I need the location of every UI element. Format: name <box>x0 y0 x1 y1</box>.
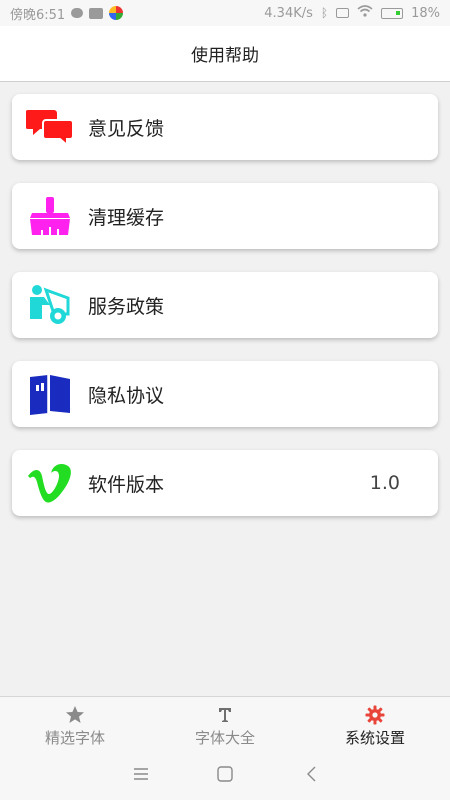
app-notification-icon <box>109 6 124 20</box>
system-nav-bar <box>0 748 450 800</box>
tab-all-fonts-label: 字体大全 <box>194 729 255 747</box>
menu-icon[interactable] <box>131 764 151 784</box>
bottom-nav: 精选字体 字体大全 系统设置 <box>0 696 450 748</box>
gear-icon <box>365 705 385 725</box>
tab-all-fonts[interactable]: 字体大全 <box>150 697 300 749</box>
sim-icon <box>336 8 350 18</box>
text-t-icon <box>219 708 231 722</box>
vimeo-v-icon <box>28 464 71 503</box>
software-version-item[interactable]: 软件版本 1.0 <box>12 450 438 516</box>
status-bar: 傍晚6:51 4.34K/s ᛒ 18% <box>0 0 450 26</box>
bluetooth-icon: ᛒ <box>320 6 329 20</box>
broom-icon <box>30 197 70 235</box>
version-number: 1.0 <box>369 472 400 494</box>
software-version-label: 软件版本 <box>88 473 165 496</box>
service-policy-label: 服务政策 <box>88 295 165 318</box>
service-policy-item[interactable]: 服务政策 <box>12 272 438 338</box>
network-speed: 4.34K/s <box>264 5 313 21</box>
star-icon <box>66 706 84 723</box>
service-icon <box>30 285 70 324</box>
back-icon[interactable] <box>302 764 322 784</box>
feedback-icon <box>26 110 74 148</box>
chat-notification-icon <box>71 8 84 18</box>
privacy-agreement-label: 隐私协议 <box>88 384 165 407</box>
app-header: 使用帮助 <box>0 26 450 82</box>
feedback-label: 意见反馈 <box>88 117 165 140</box>
clear-cache-item[interactable]: 清理缓存 <box>12 183 438 249</box>
home-icon[interactable] <box>215 764 235 784</box>
message-notification-icon <box>89 7 104 19</box>
privacy-agreement-item[interactable]: 隐私协议 <box>12 361 438 427</box>
book-icon <box>30 375 70 415</box>
wifi-icon <box>357 5 373 21</box>
clear-cache-label: 清理缓存 <box>88 206 165 229</box>
battery-icon <box>381 7 404 19</box>
status-time: 傍晚6:51 <box>10 7 66 23</box>
page-title: 使用帮助 <box>191 46 259 66</box>
tab-system-settings[interactable]: 系统设置 <box>300 697 450 749</box>
battery-level: 18% <box>411 5 440 21</box>
tab-system-settings-label: 系统设置 <box>344 729 405 747</box>
tab-featured-fonts-label: 精选字体 <box>44 729 105 747</box>
feedback-item[interactable]: 意见反馈 <box>12 94 438 160</box>
tab-featured-fonts[interactable]: 精选字体 <box>0 697 150 749</box>
